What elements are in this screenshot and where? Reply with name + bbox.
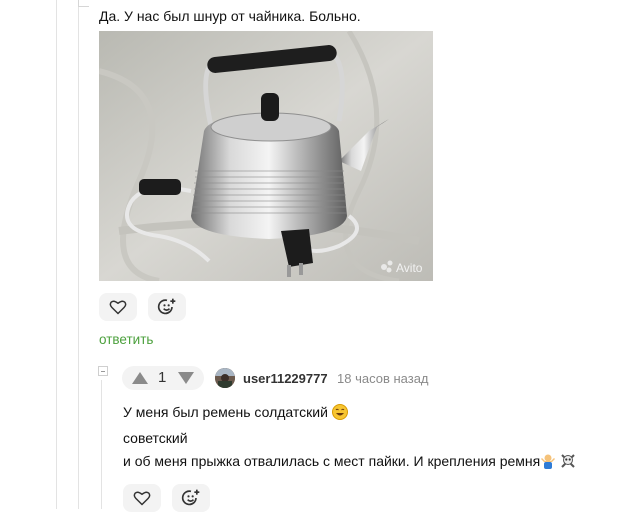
thread-line bbox=[101, 380, 102, 509]
skull-crossbones-icon bbox=[560, 453, 576, 476]
reply-line: У меня был ремень солдатский bbox=[123, 401, 576, 427]
reply-link[interactable]: ответить bbox=[99, 332, 153, 347]
timestamp: 18 часов назад bbox=[337, 371, 429, 386]
comment-image[interactable]: Avito bbox=[99, 31, 433, 281]
heart-icon bbox=[133, 491, 151, 506]
person-shrugging-icon bbox=[540, 453, 556, 476]
reply-line: и об меня прыжка отвалилась с мест пайки… bbox=[123, 450, 576, 476]
image-watermark: Avito bbox=[396, 261, 423, 275]
add-reaction-button[interactable] bbox=[148, 293, 186, 321]
thread-line bbox=[78, 0, 79, 509]
heart-icon bbox=[109, 300, 127, 315]
triangle-down-icon[interactable] bbox=[178, 372, 194, 384]
rating-control: 1 bbox=[122, 366, 204, 390]
username[interactable]: user11229777 bbox=[243, 371, 328, 386]
thread-line bbox=[56, 0, 57, 509]
reply-text: У меня был ремень солдатский советский и… bbox=[123, 401, 576, 476]
add-reaction-button[interactable] bbox=[172, 484, 210, 512]
add-emoji-icon bbox=[157, 298, 176, 315]
add-emoji-icon bbox=[181, 489, 200, 506]
thread-branch bbox=[78, 0, 89, 7]
comment-text: Да. У нас был шнур от чайника. Больно. bbox=[99, 8, 361, 24]
laughing-emoji-icon bbox=[331, 404, 348, 427]
reply-line: советский bbox=[123, 430, 188, 446]
like-button[interactable] bbox=[123, 484, 161, 512]
like-button[interactable] bbox=[99, 293, 137, 321]
triangle-up-icon[interactable] bbox=[132, 372, 148, 384]
rating-value: 1 bbox=[158, 369, 167, 386]
avatar[interactable] bbox=[215, 368, 235, 388]
collapse-icon[interactable] bbox=[98, 366, 108, 376]
